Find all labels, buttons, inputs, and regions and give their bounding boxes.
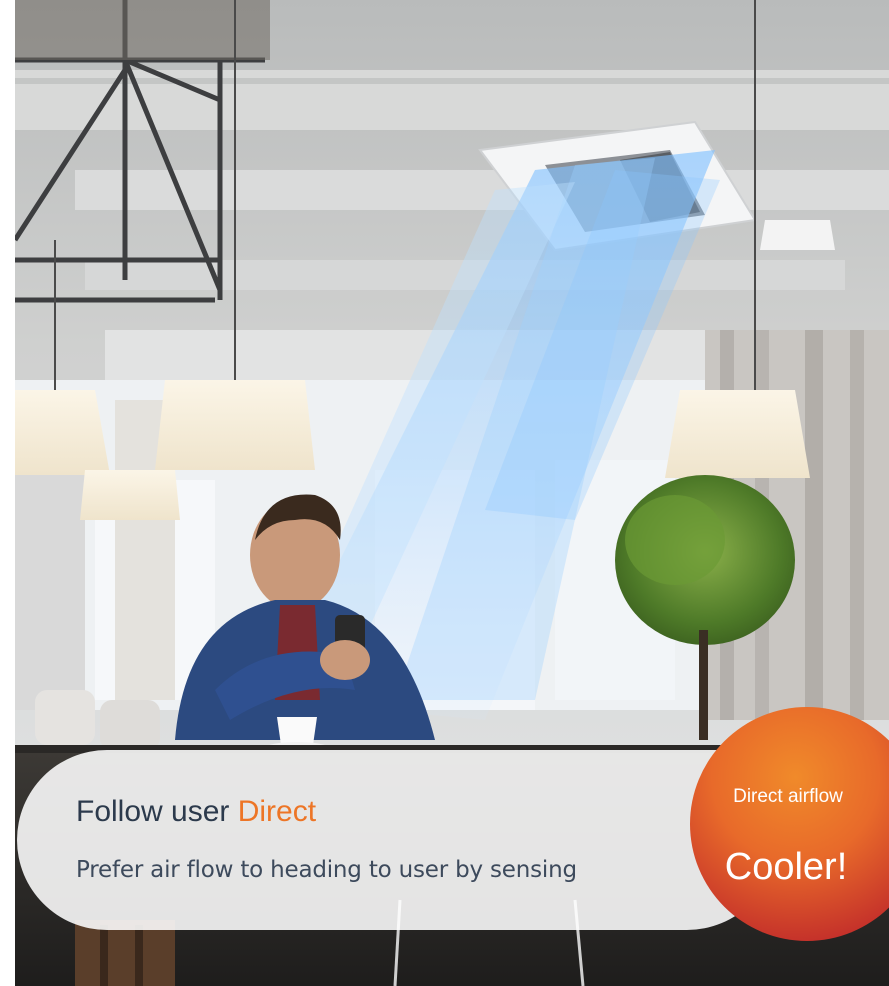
- badge-caption: Direct airflow: [733, 786, 843, 807]
- feature-title-prefix: Follow user: [76, 795, 238, 828]
- feature-title: Follow user Direct: [76, 795, 316, 829]
- feature-title-accent: Direct: [237, 795, 317, 828]
- badge-headline: Cooler!: [724, 846, 848, 888]
- feature-description: Prefer air flow to heading to user by se…: [76, 857, 577, 883]
- feature-info-card: [17, 750, 777, 930]
